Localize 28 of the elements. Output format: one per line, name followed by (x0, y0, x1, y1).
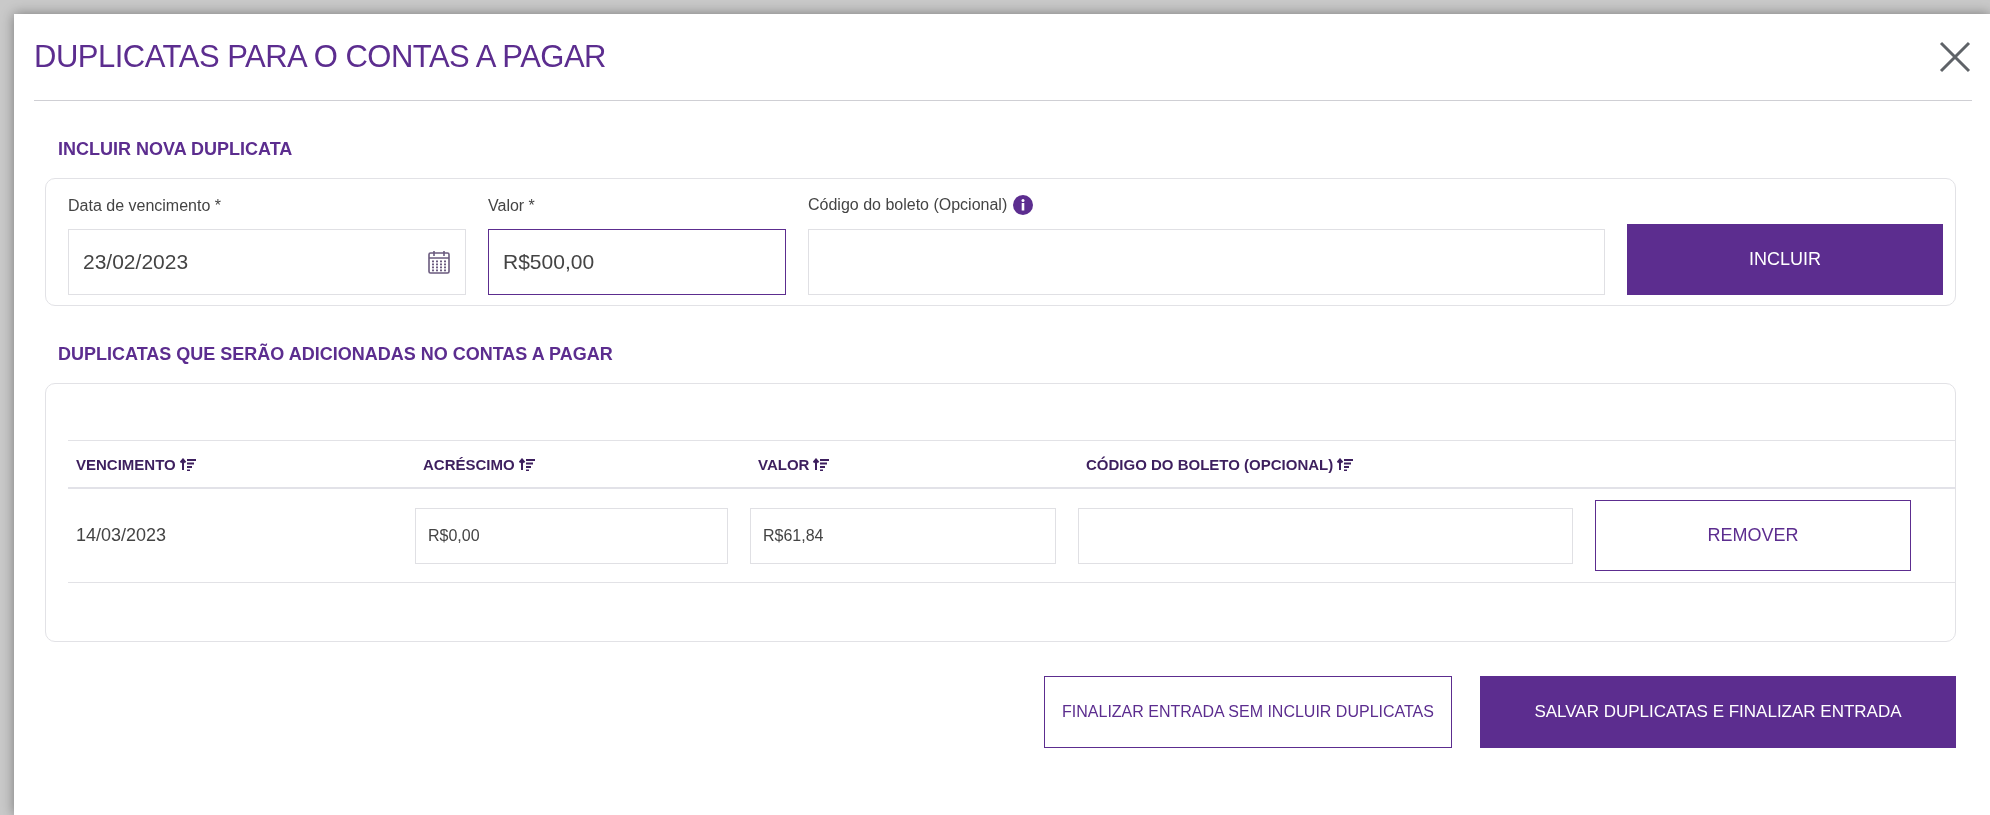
column-header[interactable]: CÓDIGO DO BOLETO (OPCIONAL) (1078, 455, 1354, 473)
input-field[interactable]: 23/02/2023 (68, 229, 466, 295)
sort-icon (518, 457, 535, 471)
input-field[interactable]: R$61,84 (750, 507, 1056, 564)
section-title: DUPLICATAS QUE SERÃO ADICIONADAS NO CONTAS A PAGAR (58, 344, 614, 365)
sort-icon (813, 457, 830, 471)
dialog-title: DUPLICATAS PARA O CONTAS A PAGAR (34, 39, 606, 75)
sort-icon (1337, 457, 1354, 471)
remove-button[interactable]: REMOVER (1595, 500, 1911, 571)
input-field[interactable] (808, 229, 1605, 295)
close-button[interactable] (1938, 40, 1972, 74)
column-header[interactable]: VALOR (750, 455, 830, 473)
section-title: INCLUIR NOVA DUPLICATA (58, 139, 294, 160)
calendar-icon[interactable] (428, 250, 450, 274)
table-cell-text: 14/03/2023 (75, 525, 167, 546)
save-and-finish-button[interactable]: SALVAR DUPLICATAS E FINALIZAR ENTRADA (1480, 676, 1956, 748)
input-field[interactable] (1078, 507, 1573, 564)
input-field[interactable]: R$0,00 (415, 507, 728, 564)
sort-icon (179, 457, 196, 471)
field-label: Código do boleto (Opcional) (808, 196, 1008, 214)
field-label: Valor * (488, 197, 535, 215)
finish-without-button[interactable]: FINALIZAR ENTRADA SEM INCLUIR DUPLICATAS (1044, 676, 1452, 748)
input-field[interactable]: R$500,00 (488, 229, 786, 295)
column-header[interactable]: ACRÉSCIMO (415, 455, 535, 473)
column-header[interactable]: VENCIMENTO (68, 455, 196, 473)
field-label: Data de vencimento * (68, 197, 221, 215)
info-icon[interactable] (1013, 195, 1034, 215)
include-button[interactable]: INCLUIR (1627, 224, 1943, 295)
